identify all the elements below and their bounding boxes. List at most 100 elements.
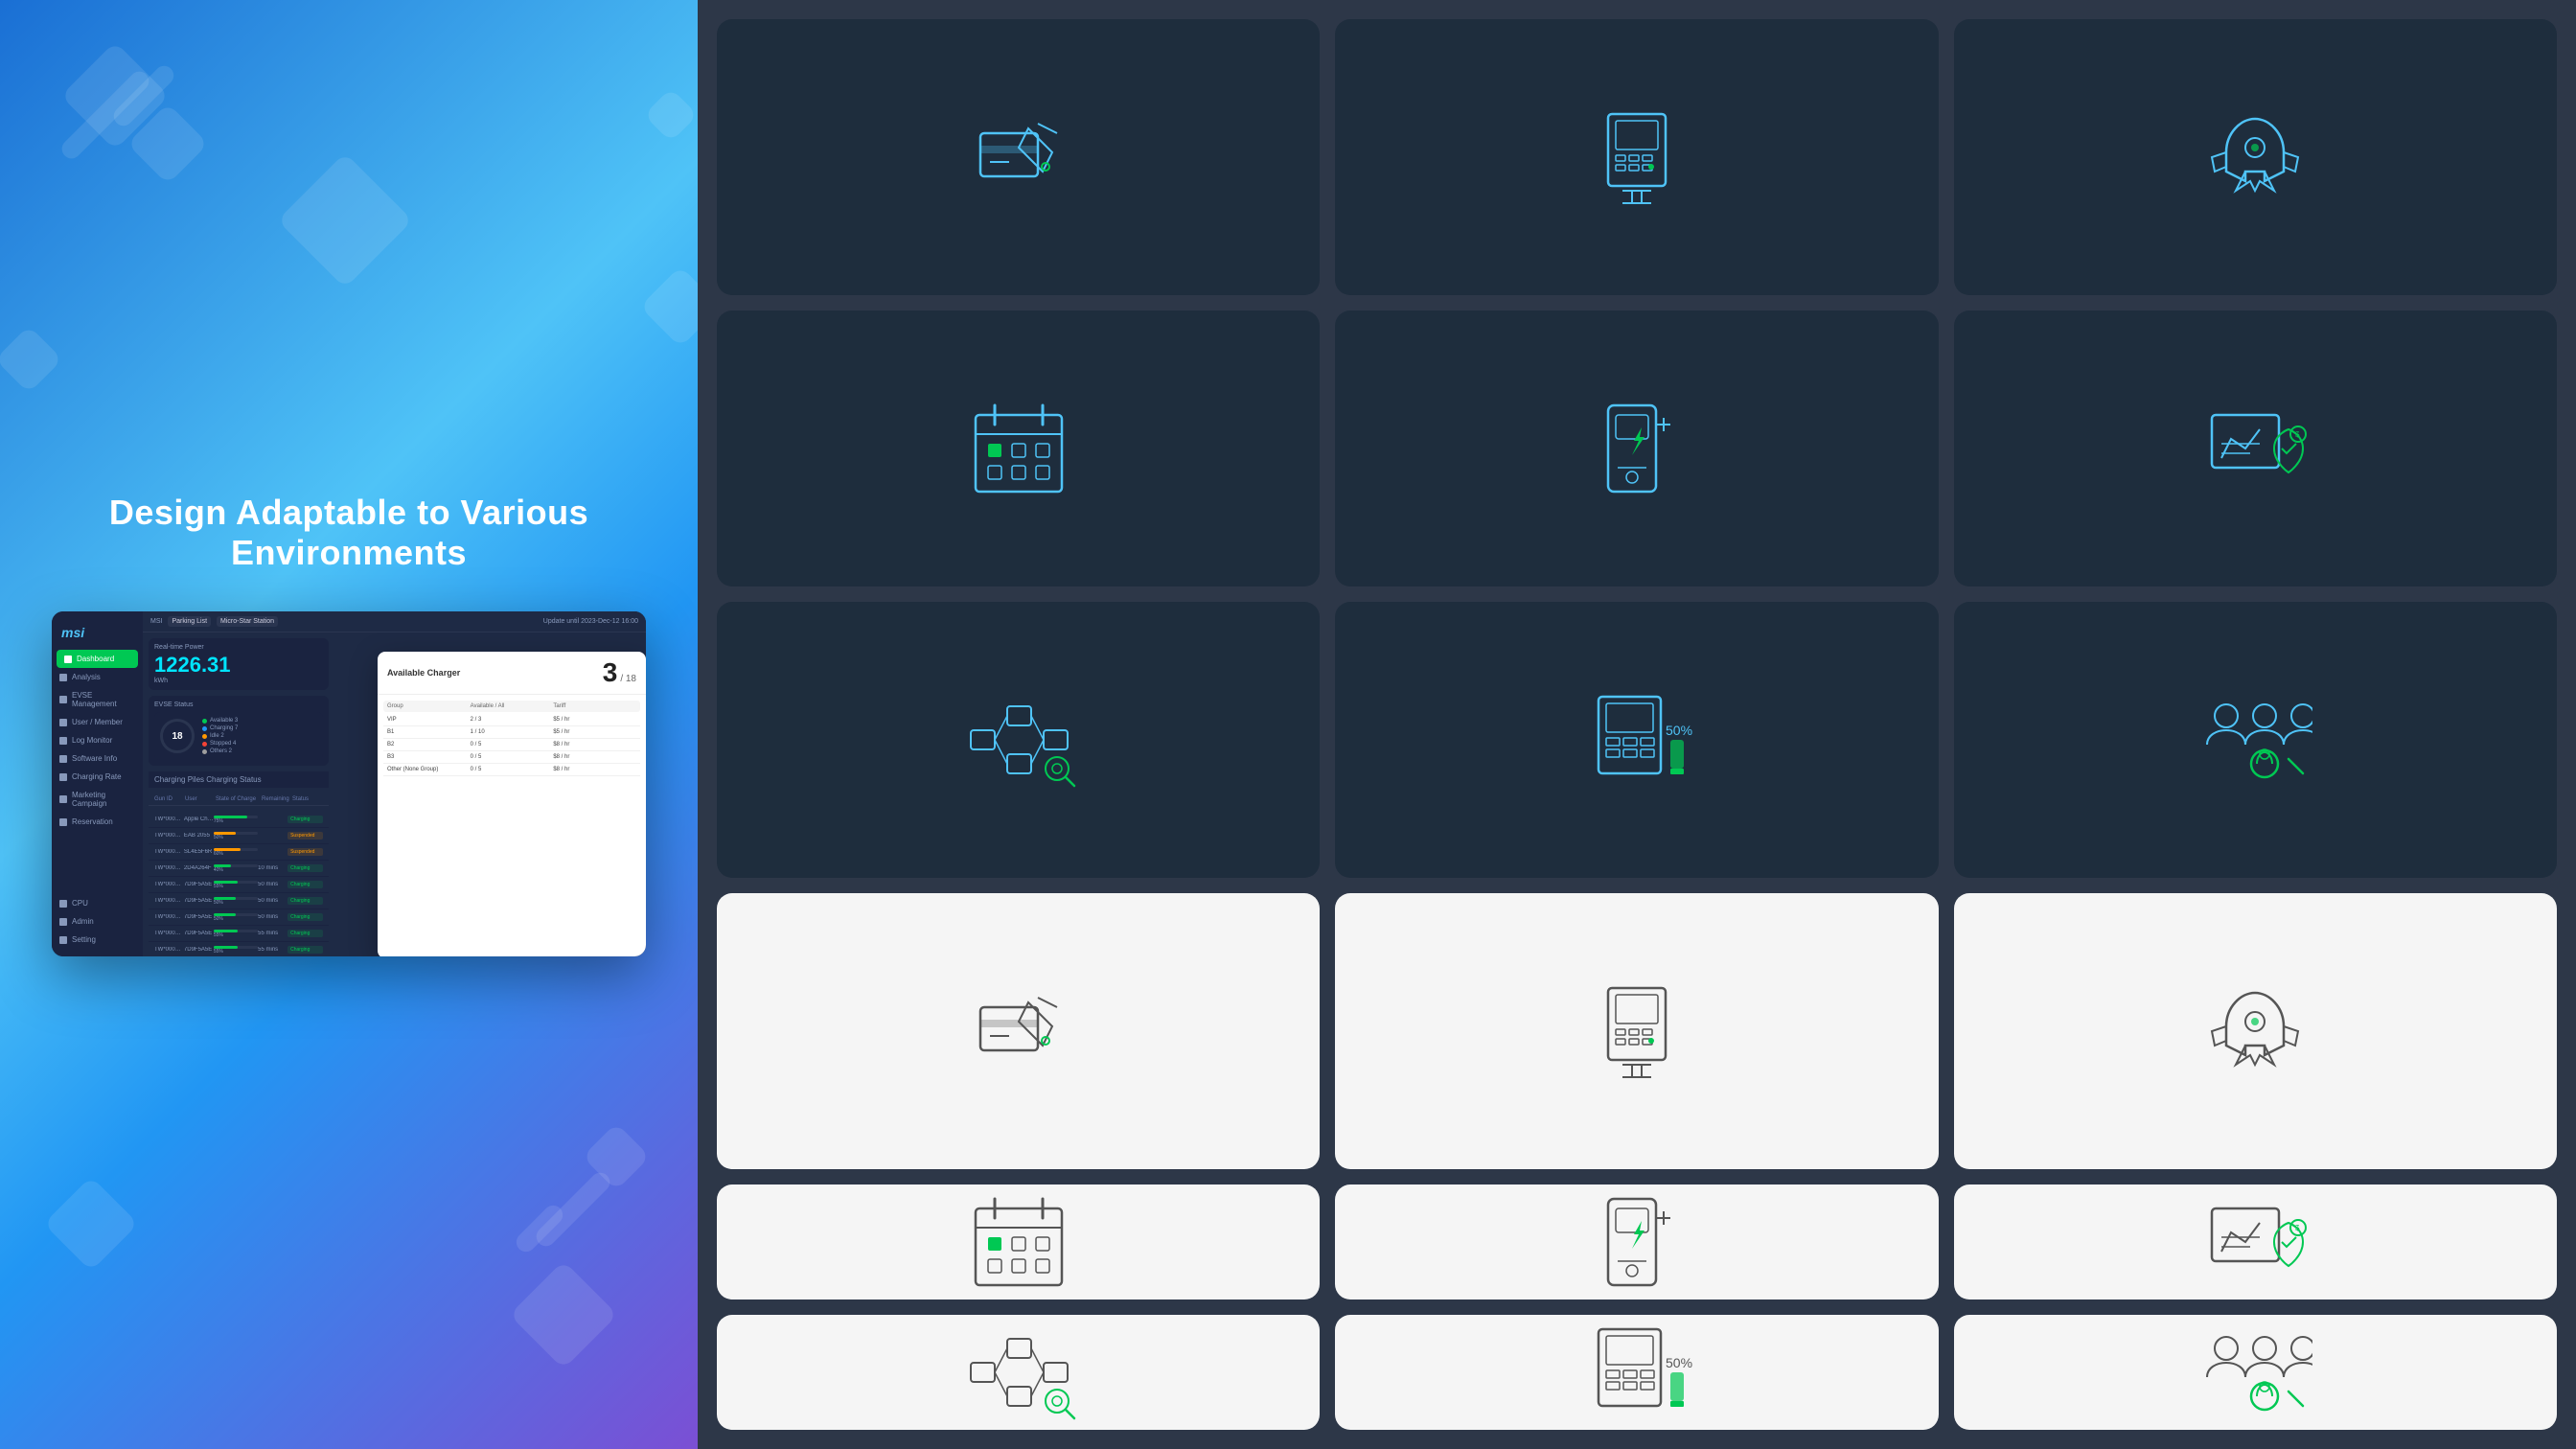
popup-th-group: Group [387, 703, 471, 709]
table-row: TW*00000009 7D9F5A5E 55% 55 mins Chargin… [149, 942, 329, 956]
popup-table-row: VIP 2 / 3 $5 / hr [383, 714, 640, 726]
table-row: TW*00000008 7D9F5A5E 55% 55 mins Chargin… [149, 926, 329, 942]
charging-table-title: Charging Piles Charging Status [149, 771, 329, 788]
icon-card-charging-station-light [1335, 1184, 1938, 1300]
bg-shape-3 [277, 152, 412, 288]
td-gun-id: TW*00000005 [154, 882, 184, 887]
popup-content: Group Available / All Tariff VIP 2 / 3 $… [378, 695, 646, 782]
real-power-value: 1226.31 [154, 655, 323, 676]
td-time: 50 mins [258, 882, 288, 887]
popup-td-group: Other (None Group) [387, 767, 471, 772]
evse-status-label: EVSE Status [154, 702, 323, 708]
table-row: TW*00000002 EAB 2055 50% Suspended [149, 828, 329, 844]
sidebar-item-log[interactable]: Log Monitor [52, 731, 143, 749]
real-power-label: Real-time Power [154, 644, 323, 651]
sidebar-item-software[interactable]: Software Info [52, 749, 143, 768]
sidebar-item-reservation[interactable]: Reservation [52, 813, 143, 831]
td-time: 50 mins [258, 914, 288, 920]
icon-card-network-search-dark [717, 602, 1320, 878]
db-logo: msi [52, 619, 143, 650]
table-row: TW*00000004 2D4A264F 40% 10 mins Chargin… [149, 861, 329, 877]
icon-card-calendar-light [717, 1184, 1320, 1300]
icon-card-terminal-light [1335, 893, 1938, 1169]
sidebar-item-evse[interactable]: EVSE Management [52, 686, 143, 713]
td-soc: 40% [214, 863, 258, 873]
setting-icon [59, 936, 67, 944]
td-soc: 50% [214, 831, 258, 840]
popup-table-header: Group Available / All Tariff [383, 701, 640, 712]
icon-card-investment-light: $ [1954, 1184, 2557, 1300]
table-row: TW*00000007 7D9F5A5E 50% 50 mins Chargin… [149, 909, 329, 926]
td-time: 50 mins [258, 898, 288, 904]
icon-card-network-search-light [717, 1315, 1320, 1430]
sidebar-item-cpu[interactable]: CPU [52, 894, 143, 912]
sidebar-item-marketing[interactable]: Marketing Campaign [52, 786, 143, 813]
popup-td-avail: 1 / 10 [471, 729, 554, 735]
legend-others: Others 2 [202, 748, 238, 754]
sidebar-label-marketing: Marketing Campaign [72, 791, 135, 808]
td-gun-id: TW*00000006 [154, 898, 184, 904]
icon-card-rocket-dark [1954, 19, 2557, 295]
popup-td-avail: 2 / 3 [471, 717, 554, 723]
table-row: TW*00000006 7D9F5A5E 50% 50 mins Chargin… [149, 893, 329, 909]
td-gun-id: TW*00000002 [154, 833, 184, 839]
evse-icon [59, 696, 67, 703]
popup-td-tariff: $5 / hr [553, 717, 636, 723]
available-charger-popup: Available Charger 3 / 18 Group Available… [378, 652, 646, 956]
bg-shape-4 [0, 326, 62, 394]
page-title: Design Adaptable to Various Environments [0, 493, 698, 573]
table-header-row: Gun ID User State of Charge Remaining St… [149, 794, 329, 806]
td-user: 7D9F5A5E [184, 947, 214, 953]
cpu-icon [59, 900, 67, 908]
topbar-station[interactable]: Micro-Star Station [217, 616, 278, 627]
evse-status-card: EVSE Status 18 Available 3 [149, 696, 329, 766]
td-status: Charging [288, 897, 323, 905]
td-status: Charging [288, 864, 323, 872]
popup-td-avail: 0 / 5 [471, 767, 554, 772]
td-status: Charging [288, 816, 323, 823]
log-icon [59, 737, 67, 745]
sidebar-label-evse: EVSE Management [72, 691, 135, 708]
icon-card-investment-dark: $ [1954, 310, 2557, 586]
popup-td-group: B3 [387, 754, 471, 760]
legend-dot-others [202, 749, 207, 754]
popup-td-group: B2 [387, 742, 471, 748]
real-power-card: Real-time Power 1226.31 kWh [149, 638, 329, 690]
popup-table-row: B2 0 / 5 $8 / hr [383, 739, 640, 751]
sidebar-item-admin[interactable]: Admin [52, 912, 143, 931]
legend-dot-idle [202, 734, 207, 739]
db-topbar: MSI Parking List Micro-Star Station Upda… [143, 611, 646, 632]
evse-legend: Available 3 Charging 7 Idle 2 [202, 718, 238, 754]
popup-td-avail: 0 / 5 [471, 754, 554, 760]
sidebar-item-setting[interactable]: Setting [52, 931, 143, 949]
td-user: 2D4A264F [184, 865, 214, 871]
left-panel: Design Adaptable to Various Environments… [0, 0, 698, 1449]
td-gun-id: TW*00000003 [154, 849, 184, 855]
topbar-parking[interactable]: Parking List [168, 616, 211, 627]
td-time: 55 mins [258, 931, 288, 936]
db-metrics-panel: Real-time Power 1226.31 kWh EVSE Status … [143, 632, 334, 956]
td-user: 7D9F5A5E [184, 882, 214, 887]
sidebar-item-user[interactable]: User / Member [52, 713, 143, 731]
popup-count: 3 [603, 657, 618, 688]
sidebar-item-dashboard[interactable]: Dashboard [57, 650, 138, 668]
table-row: TW*00000001 Apple Chen 75% Charging [149, 812, 329, 828]
sidebar-item-analysis[interactable]: Analysis [52, 668, 143, 686]
sidebar-label-charging-rate: Charging Rate [72, 772, 122, 781]
th-user: User [185, 796, 216, 802]
sidebar-label-cpu: CPU [72, 899, 88, 908]
legend-label-idle: Idle 2 [210, 733, 224, 739]
legend-charging: Charging 7 [202, 725, 238, 731]
right-panel: $ 50% [698, 0, 2576, 1449]
icon-card-pos-light: 50% [1335, 1315, 1938, 1430]
sidebar-item-charging-rate[interactable]: Charging Rate [52, 768, 143, 786]
sidebar-label-admin: Admin [72, 917, 94, 926]
popup-table-row: Other (None Group) 0 / 5 $8 / hr [383, 764, 640, 776]
legend-label-others: Others 2 [210, 748, 232, 754]
dashboard-mockup: msi Dashboard Analysis EVSE Management U… [52, 611, 646, 956]
icon-card-pos-dark: 50% [1335, 602, 1938, 878]
topbar-label1: MSI [150, 618, 162, 625]
real-power-unit: kWh [154, 678, 323, 684]
popup-table-row: B3 0 / 5 $8 / hr [383, 751, 640, 764]
td-gun-id: TW*00000007 [154, 914, 184, 920]
